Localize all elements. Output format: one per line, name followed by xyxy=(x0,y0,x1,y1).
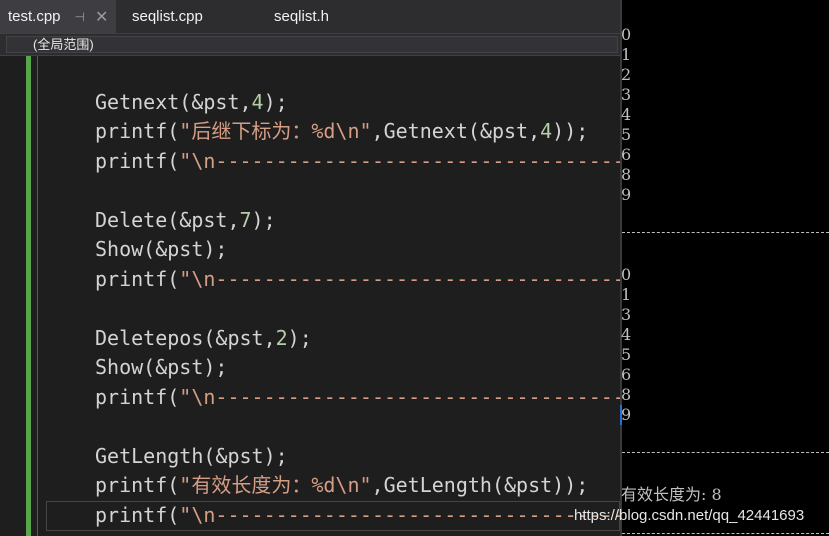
tab-test-cpp[interactable]: test.cpp ⊣ ✕ xyxy=(0,0,117,33)
code-line[interactable]: printf("\n------------------------------… xyxy=(95,501,620,530)
code-line[interactable]: printf("后继下标为：%d\n",Getnext(&pst,4)); xyxy=(95,117,588,146)
console-line: 5 xyxy=(621,345,632,364)
scope-label: (全局范围) xyxy=(33,37,94,52)
console-selection-marker xyxy=(620,405,622,425)
console-line: 0 xyxy=(621,265,632,284)
code-line[interactable]: printf("\n------------------------------… xyxy=(95,383,620,412)
code-line[interactable]: Show(&pst); xyxy=(95,353,227,382)
console-line: 2 xyxy=(621,65,632,84)
tab-label: test.cpp xyxy=(8,8,61,25)
line-gutter xyxy=(0,56,24,536)
tab-label: seqlist.cpp xyxy=(132,8,203,25)
console-line: 9 xyxy=(621,185,632,204)
console-line: 9 xyxy=(621,405,632,424)
console-line: 1 xyxy=(621,45,632,64)
console-line: 8 xyxy=(621,385,632,404)
console-line: 3 xyxy=(621,305,632,324)
tab-bar: test.cpp ⊣ ✕ seqlist.cpp seqlist.h xyxy=(0,0,620,33)
console-line: 5 xyxy=(621,125,632,144)
console-line: 1 xyxy=(621,285,632,304)
tab-seqlist-cpp[interactable]: seqlist.cpp xyxy=(132,0,203,33)
console-line: 6 xyxy=(621,365,632,384)
console-line: 4 xyxy=(621,105,632,124)
fold-guide-line xyxy=(37,56,38,536)
code-line[interactable]: printf("有效长度为：%d\n",GetLength(&pst)); xyxy=(95,471,588,500)
code-line[interactable]: Show(&pst); xyxy=(95,235,227,264)
close-icon[interactable]: ✕ xyxy=(95,7,108,27)
code-line[interactable]: printf("\n------------------------------… xyxy=(95,147,620,176)
console-line: 有效长度为: 8 xyxy=(621,485,722,504)
code-line[interactable]: Getnext(&pst,4); xyxy=(95,88,288,117)
tab-seqlist-h[interactable]: seqlist.h xyxy=(274,0,329,33)
console-line: 3 xyxy=(621,85,632,104)
code-editor[interactable]: test.cpp ⊣ ✕ seqlist.cpp seqlist.h (全局范围… xyxy=(0,0,620,536)
change-indicator-bar xyxy=(26,56,31,536)
code-line[interactable]: printf("\n------------------------------… xyxy=(95,265,620,294)
code-line[interactable]: Delete(&pst,7); xyxy=(95,206,276,235)
code-line[interactable]: Deletepos(&pst,2); xyxy=(95,324,312,353)
console-separator xyxy=(622,232,829,233)
console-line: 6 xyxy=(621,145,632,164)
console-line: 0 xyxy=(621,25,632,44)
console-separator xyxy=(622,452,829,453)
console-line: 8 xyxy=(621,165,632,184)
scope-dropdown[interactable]: (全局范围) xyxy=(6,36,618,53)
code-line[interactable]: GetLength(&pst); xyxy=(95,442,288,471)
scope-bar: (全局范围) xyxy=(0,33,620,56)
watermark-text: https://blog.csdn.net/qq_42441693 xyxy=(574,507,805,524)
console-window xyxy=(620,0,829,536)
console-separator xyxy=(622,533,829,534)
tab-label: seqlist.h xyxy=(274,8,330,25)
pin-icon[interactable]: ⊣ xyxy=(75,10,85,24)
console-line: 4 xyxy=(621,325,632,344)
